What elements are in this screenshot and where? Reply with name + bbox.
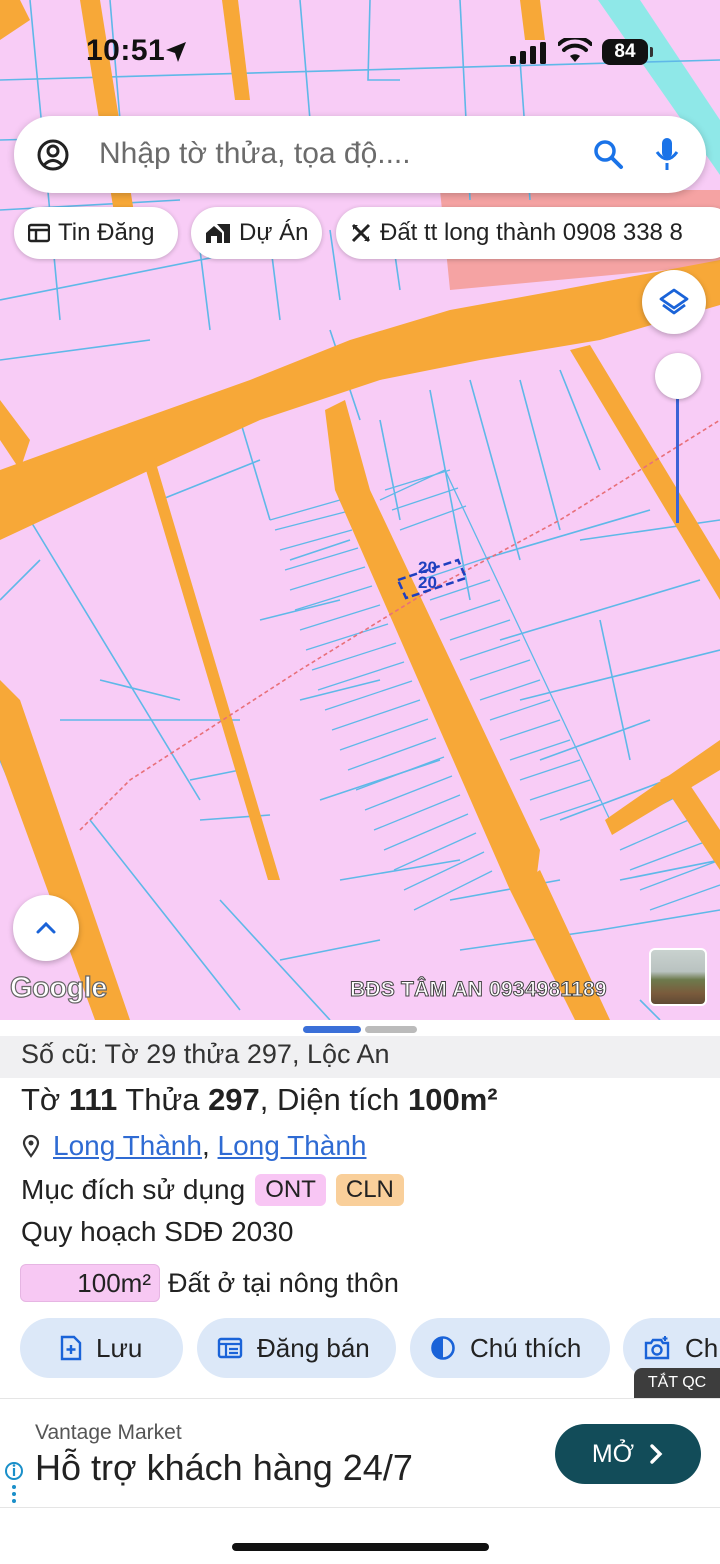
legend-contrast-icon (431, 1336, 455, 1360)
chip-du-an[interactable]: Dự Án (191, 207, 322, 259)
layers-icon (659, 288, 689, 315)
location-district-link[interactable]: Long Thành (218, 1130, 367, 1162)
save-button[interactable]: Lưu (20, 1318, 183, 1378)
purpose-tag-ont[interactable]: ONT (255, 1174, 326, 1206)
search-icon[interactable] (592, 138, 624, 170)
chip-du-an-label: Dự Án (239, 219, 309, 246)
ad-info-icon[interactable] (4, 1459, 24, 1507)
home-work-icon (206, 224, 230, 243)
plan-title: Quy hoạch SDĐ 2030 (21, 1216, 294, 1247)
post-listing-button[interactable]: Đăng bán (197, 1318, 396, 1378)
status-bar: 10:51 84 (0, 0, 720, 105)
chip-dat-tt-long-thanh[interactable]: Đất tt long thành 0908 338 8 (336, 207, 720, 259)
tools-icon (351, 223, 371, 243)
parcel-label-bottom: 20 (418, 573, 437, 592)
chip-dat-tt-long-thanh-label: Đất tt long thành 0908 338 8 (380, 219, 683, 246)
save-file-icon (60, 1335, 82, 1361)
save-button-label: Lưu (96, 1332, 143, 1363)
panel-handle-active[interactable] (303, 1026, 361, 1033)
post-listing-label: Đăng bán (257, 1332, 370, 1363)
microphone-icon[interactable] (654, 136, 680, 172)
map-watermark: BĐS TÂM AN 0934981189 (350, 978, 608, 1002)
panel-handle[interactable] (365, 1026, 417, 1033)
parcel-number: 297 (208, 1082, 260, 1117)
add-photo-label: Ch (685, 1332, 719, 1363)
signal-icon (510, 42, 546, 64)
ad-open-button[interactable]: MỞ (555, 1424, 701, 1484)
search-bar[interactable]: Nhập tờ thửa, tọa độ.... (14, 116, 706, 193)
parcel-label[interactable]: 20 20 (418, 559, 437, 592)
ad-headline: Hỗ trợ khách hàng 24/7 (35, 1447, 413, 1488)
location-pin-icon (22, 1134, 40, 1158)
plan-area-swatch: 100m² (20, 1264, 160, 1302)
plan-area-row: 100m² Đất ở tại nông thôn (20, 1264, 399, 1302)
account-icon[interactable] (36, 138, 70, 172)
search-input[interactable]: Nhập tờ thửa, tọa độ.... (99, 137, 411, 171)
layers-button[interactable] (642, 270, 706, 334)
land-use-purpose: Mục đích sử dụng ONT CLN (21, 1174, 404, 1206)
parcel-location: Long Thành , Long Thành (21, 1130, 367, 1162)
purpose-label: Mục đích sử dụng (21, 1174, 246, 1205)
chevron-up-icon (36, 921, 56, 934)
parcel-label-text: Thửa (125, 1082, 200, 1117)
map-view[interactable]: 20 20 10:51 84 Nhập tờ thửa, tọa độ.... (0, 0, 720, 1020)
chevron-right-icon (650, 1444, 663, 1464)
sheet-number: 111 (68, 1082, 118, 1117)
area-value: 100m² (408, 1082, 498, 1117)
listing-icon (217, 1337, 243, 1359)
legend-button[interactable]: Chú thích (410, 1318, 610, 1378)
battery-indicator: 84 (602, 39, 648, 65)
chip-tin-dang[interactable]: Tin Đăng (14, 207, 178, 259)
chip-tin-dang-label: Tin Đăng (58, 219, 155, 246)
add-photo-icon (644, 1336, 670, 1360)
purpose-tag-cln[interactable]: CLN (335, 1174, 404, 1206)
sheet-label: Tờ (21, 1082, 61, 1117)
wifi-icon (558, 38, 592, 62)
news-icon (28, 223, 50, 243)
parcel-summary: Tờ 111 Thửa 297, Diện tích 100m² (21, 1082, 498, 1117)
street-view-thumbnail[interactable] (649, 948, 707, 1006)
ad-open-label: MỞ (591, 1439, 635, 1468)
old-parcel-info: Số cũ: Tờ 29 thửa 297, Lộc An (0, 1036, 720, 1078)
google-logo: Google (9, 971, 108, 1004)
home-indicator[interactable] (232, 1543, 489, 1551)
ad-brand: Vantage Market (35, 1421, 182, 1444)
status-time: 10:51 (86, 34, 166, 67)
area-label: Diện tích (277, 1082, 400, 1117)
location-ward-link[interactable]: Long Thành (53, 1130, 202, 1162)
expand-up-button[interactable] (13, 895, 79, 961)
opacity-slider-track[interactable] (676, 398, 679, 523)
ad-banner[interactable]: Vantage Market Hỗ trợ khách hàng 24/7 MỞ (0, 1398, 720, 1508)
plan-area-desc: Đất ở tại nông thôn (168, 1267, 399, 1298)
opacity-slider-knob[interactable] (655, 353, 701, 399)
location-arrow-icon (166, 42, 186, 62)
battery-tip (650, 47, 653, 57)
hide-ads-button[interactable]: TẮT QC (634, 1368, 720, 1398)
legend-button-label: Chú thích (470, 1332, 582, 1363)
